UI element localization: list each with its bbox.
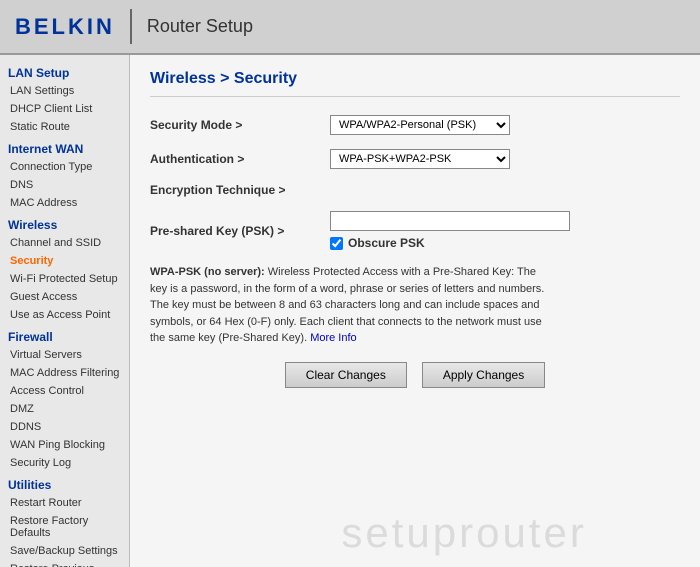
- authentication-select[interactable]: WPA-PSK+WPA2-PSK WPA-PSK WPA2-PSK: [330, 149, 510, 169]
- obscure-psk-checkbox[interactable]: [330, 237, 343, 250]
- info-box: WPA-PSK (no server): Wireless Protected …: [150, 264, 550, 347]
- encryption-row: Encryption Technique >: [150, 183, 680, 197]
- sidebar-item-connection-type[interactable]: Connection Type: [0, 158, 129, 176]
- sidebar-section-utilities: Utilities: [0, 472, 129, 494]
- sidebar-item-security[interactable]: Security: [0, 252, 129, 270]
- sidebar-item-dhcp-client-list[interactable]: DHCP Client List: [0, 100, 129, 118]
- authentication-label: Authentication >: [150, 152, 330, 166]
- sidebar-section-wireless: Wireless: [0, 212, 129, 234]
- button-row: Clear Changes Apply Changes: [150, 362, 680, 388]
- psk-label: Pre-shared Key (PSK) >: [150, 224, 330, 238]
- layout: LAN SetupLAN SettingsDHCP Client ListSta…: [0, 55, 700, 567]
- sidebar-item-restore-factory-defaults[interactable]: Restore Factory Defaults: [0, 512, 129, 542]
- sidebar-item-lan-settings[interactable]: LAN Settings: [0, 82, 129, 100]
- psk-input[interactable]: [330, 211, 570, 231]
- header-divider: [130, 9, 132, 44]
- sidebar-item-dns[interactable]: DNS: [0, 176, 129, 194]
- sidebar-item-restart-router[interactable]: Restart Router: [0, 494, 129, 512]
- security-mode-label: Security Mode >: [150, 118, 330, 132]
- obscure-psk-label: Obscure PSK: [348, 236, 425, 250]
- header-title: Router Setup: [147, 16, 253, 37]
- security-mode-row: Security Mode > WPA/WPA2-Personal (PSK) …: [150, 115, 680, 135]
- sidebar-item-use-as-access-point[interactable]: Use as Access Point: [0, 306, 129, 324]
- sidebar-item-ddns[interactable]: DDNS: [0, 418, 129, 436]
- security-mode-select[interactable]: WPA/WPA2-Personal (PSK) WPA2-Personal (P…: [330, 115, 510, 135]
- main-content: Wireless > Security Security Mode > WPA/…: [130, 55, 700, 567]
- info-bold: WPA-PSK (no server):: [150, 266, 265, 278]
- sidebar-item-mac-address-filtering[interactable]: MAC Address Filtering: [0, 364, 129, 382]
- sidebar-item-guest-access[interactable]: Guest Access: [0, 288, 129, 306]
- clear-changes-button[interactable]: Clear Changes: [285, 362, 407, 388]
- sidebar-item-wan-ping-blocking[interactable]: WAN Ping Blocking: [0, 436, 129, 454]
- security-mode-control: WPA/WPA2-Personal (PSK) WPA2-Personal (P…: [330, 115, 680, 135]
- sidebar-item-channel-and-ssid[interactable]: Channel and SSID: [0, 234, 129, 252]
- sidebar-item-virtual-servers[interactable]: Virtual Servers: [0, 346, 129, 364]
- psk-row: Pre-shared Key (PSK) > Obscure PSK: [150, 211, 680, 250]
- page-heading: Wireless > Security: [150, 70, 680, 97]
- authentication-row: Authentication > WPA-PSK+WPA2-PSK WPA-PS…: [150, 149, 680, 169]
- sidebar-section-firewall: Firewall: [0, 324, 129, 346]
- sidebar-item-restore-previous-settings[interactable]: Restore Previous Settings: [0, 560, 129, 567]
- belkin-logo: BELKIN: [15, 14, 115, 40]
- sidebar-item-mac-address[interactable]: MAC Address: [0, 194, 129, 212]
- watermark: setuprouter: [341, 509, 586, 557]
- apply-changes-button[interactable]: Apply Changes: [422, 362, 545, 388]
- more-info-link[interactable]: More Info: [310, 332, 356, 344]
- sidebar-item-access-control[interactable]: Access Control: [0, 382, 129, 400]
- obscure-psk-row: Obscure PSK: [330, 236, 680, 250]
- sidebar-item-save/backup-settings[interactable]: Save/Backup Settings: [0, 542, 129, 560]
- encryption-label: Encryption Technique >: [150, 183, 330, 197]
- sidebar-item-wi-fi-protected-setup[interactable]: Wi-Fi Protected Setup: [0, 270, 129, 288]
- sidebar-section-internet-wan: Internet WAN: [0, 136, 129, 158]
- sidebar-section-lan-setup: LAN Setup: [0, 60, 129, 82]
- sidebar-item-security-log[interactable]: Security Log: [0, 454, 129, 472]
- sidebar-item-dmz[interactable]: DMZ: [0, 400, 129, 418]
- authentication-control: WPA-PSK+WPA2-PSK WPA-PSK WPA2-PSK: [330, 149, 680, 169]
- sidebar: LAN SetupLAN SettingsDHCP Client ListSta…: [0, 55, 130, 567]
- psk-control: Obscure PSK: [330, 211, 680, 250]
- header: BELKIN Router Setup: [0, 0, 700, 55]
- sidebar-item-static-route[interactable]: Static Route: [0, 118, 129, 136]
